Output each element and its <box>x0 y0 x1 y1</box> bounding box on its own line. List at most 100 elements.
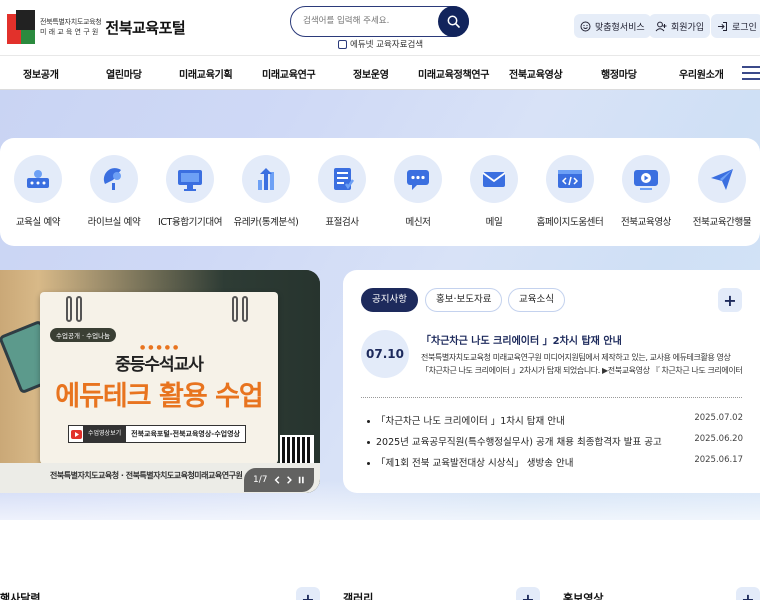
quick-label: ICT융합기기대여 <box>157 217 223 228</box>
banner-page-count: 1/7 <box>253 475 268 485</box>
nav-item-jeonbuk-video[interactable]: 전북교육영상 <box>509 66 563 81</box>
quick-label: 메일 <box>485 217 503 228</box>
nav-item-policy-research[interactable]: 미래교육정책연구 <box>418 66 490 81</box>
login-label: 로그인 <box>732 22 757 33</box>
youtube-icon <box>70 429 82 439</box>
quick-item-messenger[interactable]: 메신저 <box>380 155 456 228</box>
signup-button[interactable]: 회원가입 <box>649 14 711 38</box>
chart-icon <box>258 168 274 190</box>
quick-label: 메신저 <box>405 217 431 228</box>
menu-hamburger-icon[interactable] <box>742 66 760 80</box>
quick-menu: 교육실 예약 라이브실 예약 ICT융합기기대여 유레카(통계분석) 표절검사 … <box>0 138 760 246</box>
banner-tag: 수업공개 · 수업나눔 <box>50 328 117 342</box>
quick-label: 홈페이지도움센터 <box>536 217 604 228</box>
search-button[interactable] <box>438 6 469 37</box>
code-window-icon <box>558 170 582 188</box>
edunet-checkbox[interactable] <box>338 39 347 49</box>
nav-item-admin[interactable]: 행정마당 <box>601 66 637 81</box>
signup-label: 회원가입 <box>671 22 705 33</box>
notice-row-title: 「차근차근 나도 크리에이터 」1차시 탑재 안내 <box>376 416 565 427</box>
promo-video-more-button[interactable]: + <box>736 587 760 600</box>
mail-icon <box>482 172 506 187</box>
notice-row-title: 「제1회 전북 교육발전대상 시상식」 생방송 안내 <box>376 458 574 469</box>
featured-date: 07.10 <box>361 330 409 378</box>
notice-row-title: 2025년 교육공무직원(특수행정실무사) 공개 채용 최종합격자 발표 공고 <box>376 437 662 448</box>
nav-item-info-disclosure[interactable]: 정보공개 <box>23 66 59 81</box>
quick-label: 전북교육영상 <box>620 217 672 228</box>
chevron-right-icon[interactable] <box>286 475 293 485</box>
banner-pager: 1/7 <box>244 468 314 492</box>
plus-icon: + <box>741 589 755 600</box>
logo-title: 전북교육포털 <box>105 18 186 37</box>
notice-row[interactable]: 「차근차근 나도 크리에이터 」1차시 탑재 안내 2025.07.02 <box>367 413 743 427</box>
paper-plane-icon <box>711 169 733 190</box>
notice-row-date: 2025.07.02 <box>694 413 743 423</box>
search-input[interactable] <box>303 7 443 35</box>
notice-panel: 공지사항 홍보·보도자료 교육소식 + 07.10 「차근차근 나도 크리에이터… <box>343 270 760 493</box>
messenger-icon <box>407 170 429 190</box>
tab-notice[interactable]: 공지사항 <box>361 288 418 312</box>
section-title-calendar: 행사달력 <box>0 592 41 600</box>
edunet-label: 에듀넷 교육자료검색 <box>350 40 424 50</box>
pause-icon[interactable] <box>298 475 305 485</box>
banner-foot-text: 전북교육포털-전북교육영상-수업영상 <box>131 430 240 438</box>
header: 전북특별자치도교육청 미래교육연구원 전북교육포털 에듀넷 교육자료검색 맞춤형… <box>0 0 760 55</box>
featured-title[interactable]: 「차근차근 나도 크리에이터 」2차시 탑재 안내 <box>421 332 622 347</box>
logo-subtitle: 전북특별자치도교육청 미래교육연구원 <box>40 17 102 37</box>
quick-item-ict-rental[interactable]: ICT융합기기대여 <box>152 155 228 228</box>
quick-item-classroom-reservation[interactable]: 교육실 예약 <box>0 155 76 228</box>
edunet-search-option[interactable]: 에듀넷 교육자료검색 <box>338 38 423 50</box>
quick-item-eureka[interactable]: 유레카(통계분석) <box>228 155 304 228</box>
banner-video-link: 수업영상보기 전북교육포털-전북교육영상-수업영상 <box>68 425 246 443</box>
smile-icon <box>580 21 591 31</box>
notice-row[interactable]: 2025년 교육공무직원(특수행정실무사) 공개 채용 최종합격자 발표 공고 … <box>367 434 743 448</box>
nav-item-future-planning[interactable]: 미래교육기획 <box>179 66 233 81</box>
notice-divider <box>361 397 742 398</box>
banner-foot-label: 수업영상보기 <box>83 426 127 442</box>
calendar-more-button[interactable]: + <box>296 587 320 600</box>
banner-title-2: 에듀테크 활용 수업 <box>55 381 264 412</box>
logo-line1: 전북특별자치도교육청 <box>40 18 102 26</box>
quick-label: 유레카(통계분석) <box>233 217 299 228</box>
nav-item-about[interactable]: 우리원소개 <box>679 66 724 81</box>
main-nav: 정보공개 열린마당 미래교육기획 미래교육연구 정보운영 미래교육정책연구 전북… <box>0 55 760 90</box>
monitor-icon <box>178 170 202 191</box>
plus-icon: + <box>521 589 535 600</box>
main-banner[interactable]: 수업공개 · 수업나눔 ●●●●● 중등수석교사 에듀테크 활용 수업 수업영상… <box>0 270 320 493</box>
video-icon <box>634 170 658 190</box>
plus-icon: + <box>723 290 737 310</box>
tab-education-news[interactable]: 교육소식 <box>508 288 565 312</box>
classroom-icon <box>27 170 49 188</box>
quick-label: 전북교육간행물 <box>692 217 752 228</box>
quick-label: 표절검사 <box>325 217 359 228</box>
quick-item-mail[interactable]: 메일 <box>456 155 532 228</box>
custom-service-button[interactable]: 맞춤형서비스 <box>574 14 651 38</box>
tab-press[interactable]: 홍보·보도자료 <box>425 288 503 312</box>
quick-item-plagiarism-check[interactable]: 표절검사 <box>304 155 380 228</box>
nav-item-info-operation[interactable]: 정보운영 <box>353 66 389 81</box>
notice-row-date: 2025.06.20 <box>694 434 743 444</box>
section-title-gallery: 갤러리 <box>343 592 374 600</box>
search-icon <box>447 15 460 28</box>
quick-item-jeonbuk-video[interactable]: 전북교육영상 <box>608 155 684 228</box>
login-button[interactable]: 로그인 <box>711 14 760 38</box>
banner-title-1: 중등수석교사 <box>115 355 204 375</box>
chevron-left-icon[interactable] <box>274 475 281 485</box>
custom-service-label: 맞춤형서비스 <box>595 22 645 33</box>
logo-mark-icon <box>7 10 35 44</box>
site-logo[interactable]: 전북특별자치도교육청 미래교육연구원 전북교육포털 <box>7 10 186 44</box>
notice-row[interactable]: 「제1회 전북 교육발전대상 시상식」 생방송 안내 2025.06.17 <box>367 455 743 469</box>
nav-item-open-forum[interactable]: 열린마당 <box>106 66 142 81</box>
quick-label: 교육실 예약 <box>15 217 61 228</box>
section-title-promo-video: 홍보영상 <box>563 592 604 600</box>
gallery-more-button[interactable]: + <box>516 587 540 600</box>
featured-description: 전북특별자치도교육청 미래교육연구원 미디어지원팀에서 제작하고 있는, 교사용… <box>421 353 743 375</box>
notice-more-button[interactable]: + <box>718 288 742 312</box>
quick-item-help-center[interactable]: 홈페이지도움센터 <box>532 155 608 228</box>
quick-item-live-room-reservation[interactable]: 라이브실 예약 <box>76 155 152 228</box>
user-add-icon <box>655 21 667 31</box>
banner-paper: 수업공개 · 수업나눔 ●●●●● 중등수석교사 에듀테크 활용 수업 수업영상… <box>40 292 278 464</box>
nav-item-future-research[interactable]: 미래교육연구 <box>262 66 316 81</box>
quick-item-publications[interactable]: 전북교육간행물 <box>684 155 760 228</box>
login-icon <box>718 21 727 31</box>
